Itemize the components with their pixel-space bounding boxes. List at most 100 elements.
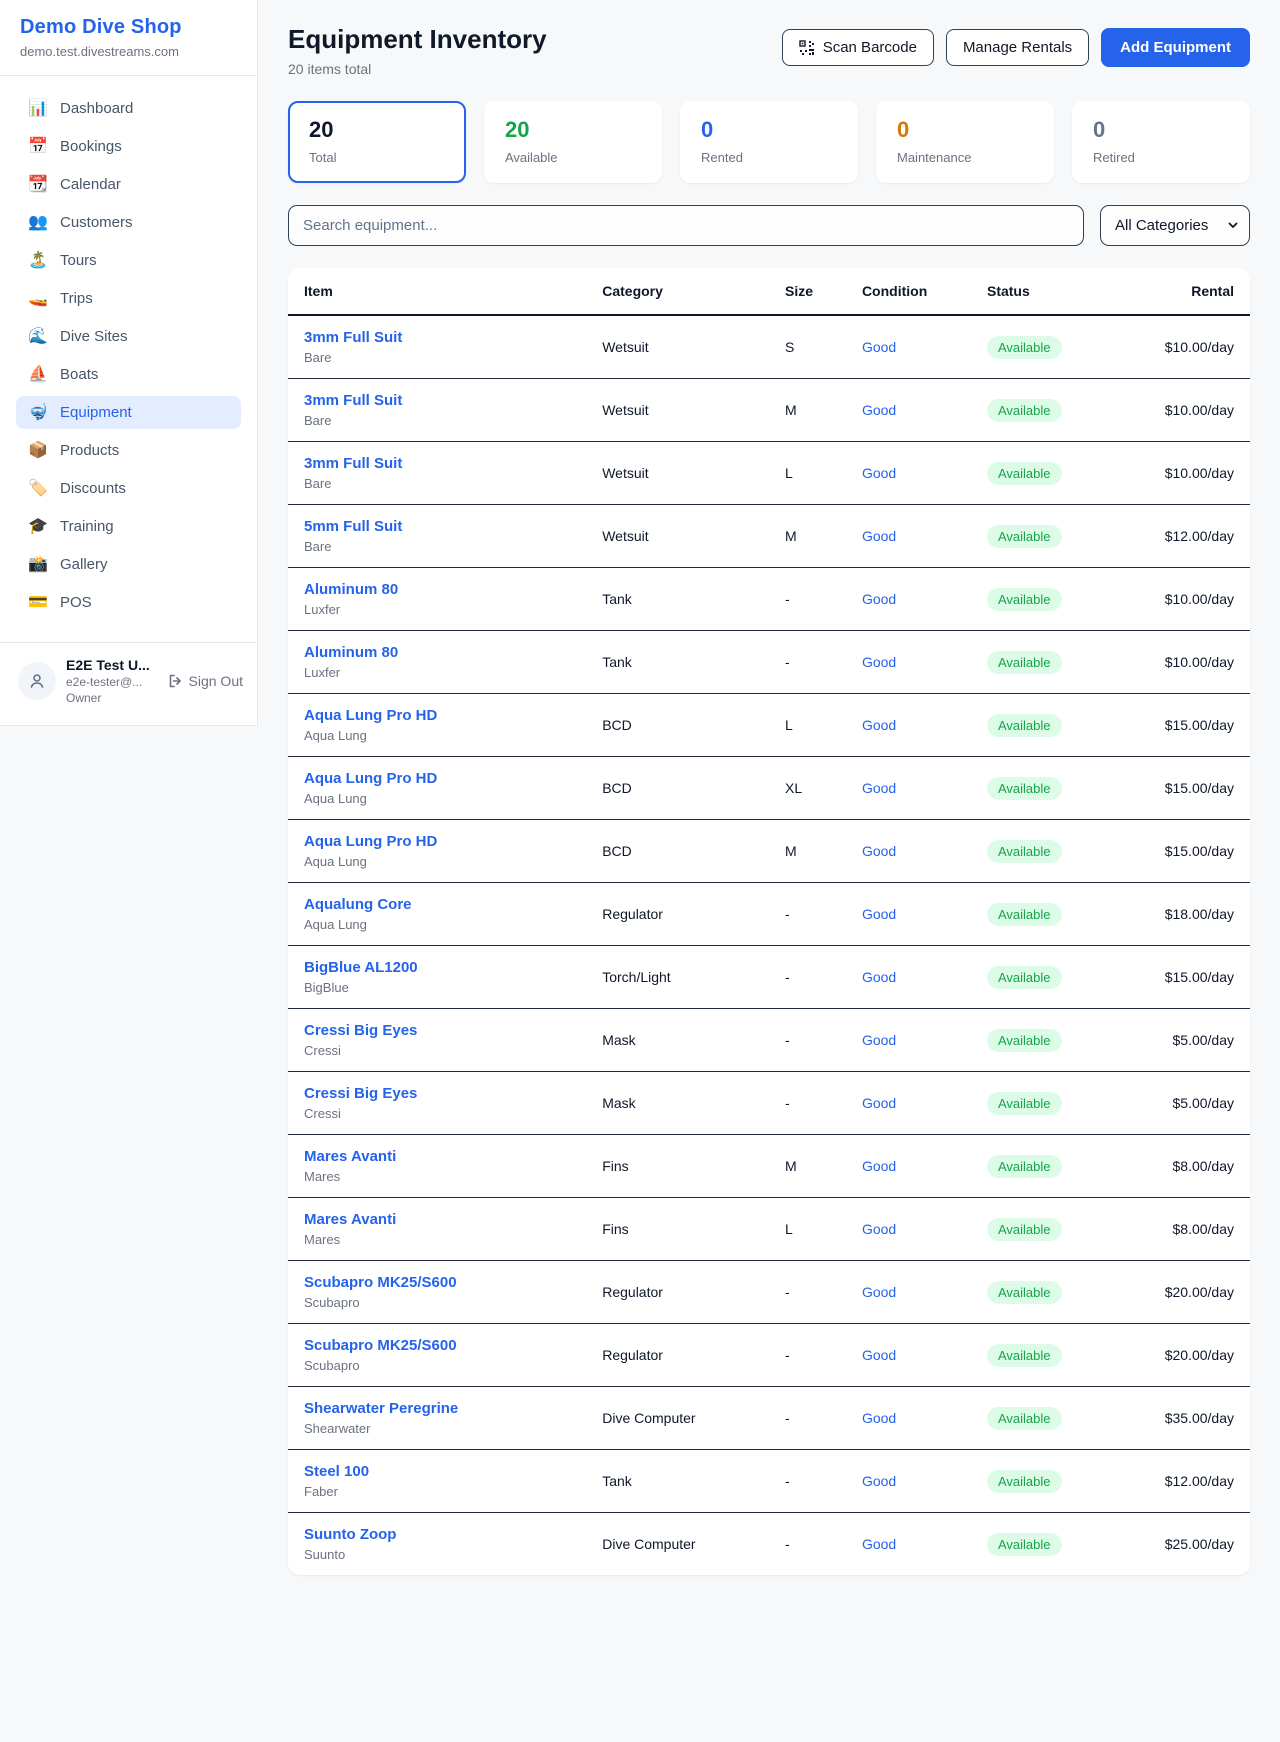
item-name-link[interactable]: Scubapro MK25/S600 (304, 1274, 457, 1291)
condition-link[interactable]: Good (862, 1158, 896, 1174)
condition-cell: Good (846, 379, 971, 442)
sidebar-nav-item[interactable]: 💳 POS (16, 586, 241, 619)
condition-link[interactable]: Good (862, 528, 896, 544)
sidebar-nav-item[interactable]: 🏷️ Discounts (16, 472, 241, 505)
condition-link[interactable]: Good (862, 717, 896, 733)
item-brand: Luxfer (304, 665, 570, 680)
category-cell: Wetsuit (586, 379, 769, 442)
sidebar-nav-item[interactable]: 🚤 Trips (16, 282, 241, 315)
table-row: Scubapro MK25/S600 Scubapro Regulator - … (288, 1261, 1250, 1324)
condition-link[interactable]: Good (862, 1347, 896, 1363)
condition-link[interactable]: Good (862, 780, 896, 796)
status-cell: Available (971, 1072, 1115, 1135)
condition-link[interactable]: Good (862, 402, 896, 418)
item-name-link[interactable]: Aqua Lung Pro HD (304, 833, 437, 850)
nav-item-icon: 📅 (28, 139, 48, 155)
sign-out-button[interactable]: Sign Out (167, 673, 243, 689)
sidebar-nav-item[interactable]: ⛵ Boats (16, 358, 241, 391)
category-cell: Wetsuit (586, 442, 769, 505)
sidebar-nav-item[interactable]: 📊 Dashboard (16, 92, 241, 125)
table-row: Suunto Zoop Suunto Dive Computer - Good … (288, 1513, 1250, 1576)
item-name-link[interactable]: Aqua Lung Pro HD (304, 770, 437, 787)
category-cell: Tank (586, 568, 769, 631)
item-name-link[interactable]: Cressi Big Eyes (304, 1022, 417, 1039)
condition-link[interactable]: Good (862, 1473, 896, 1489)
condition-link[interactable]: Good (862, 1284, 896, 1300)
sidebar-nav-item[interactable]: 📦 Products (16, 434, 241, 467)
item-cell: 5mm Full Suit Bare (288, 505, 586, 568)
category-cell: Wetsuit (586, 505, 769, 568)
condition-link[interactable]: Good (862, 1095, 896, 1111)
item-name-link[interactable]: Aqua Lung Pro HD (304, 707, 437, 724)
condition-link[interactable]: Good (862, 654, 896, 670)
item-name-link[interactable]: 3mm Full Suit (304, 455, 402, 472)
condition-link[interactable]: Good (862, 843, 896, 859)
sidebar-nav-item[interactable]: 📆 Calendar (16, 168, 241, 201)
add-equipment-button[interactable]: Add Equipment (1101, 28, 1250, 67)
condition-link[interactable]: Good (862, 1536, 896, 1552)
condition-link[interactable]: Good (862, 339, 896, 355)
manage-rentals-button[interactable]: Manage Rentals (946, 29, 1089, 66)
item-name-link[interactable]: Steel 100 (304, 1463, 369, 1480)
condition-link[interactable]: Good (862, 1410, 896, 1426)
item-name-link[interactable]: 3mm Full Suit (304, 329, 402, 346)
nav-item-label: Products (60, 442, 119, 459)
sidebar-nav-item[interactable]: 🌊 Dive Sites (16, 320, 241, 353)
stat-card[interactable]: 20 Total (288, 101, 466, 183)
table-row: Steel 100 Faber Tank - Good Available $1… (288, 1450, 1250, 1513)
item-brand: Scubapro (304, 1358, 570, 1373)
sidebar-nav-item[interactable]: 🤿 Equipment (16, 396, 241, 429)
condition-cell: Good (846, 946, 971, 1009)
category-cell: Fins (586, 1135, 769, 1198)
nav-item-icon: 🏝️ (28, 253, 48, 269)
status-cell: Available (971, 631, 1115, 694)
rental-cell: $20.00/day (1115, 1324, 1250, 1387)
sidebar-nav-item[interactable]: 📸 Gallery (16, 548, 241, 581)
main-content: Equipment Inventory 20 items total (258, 0, 1280, 1615)
item-name-link[interactable]: Aqualung Core (304, 896, 412, 913)
condition-cell: Good (846, 315, 971, 379)
search-input[interactable] (288, 205, 1084, 246)
add-equipment-label: Add Equipment (1120, 39, 1231, 56)
scan-barcode-button[interactable]: Scan Barcode (782, 29, 934, 66)
condition-link[interactable]: Good (862, 591, 896, 607)
item-name-link[interactable]: Cressi Big Eyes (304, 1085, 417, 1102)
stat-card[interactable]: 20 Available (484, 101, 662, 183)
category-filter-select[interactable]: All Categories (1100, 205, 1250, 246)
table-row: Aqua Lung Pro HD Aqua Lung BCD L Good Av… (288, 694, 1250, 757)
stat-card[interactable]: 0 Maintenance (876, 101, 1054, 183)
item-name-link[interactable]: Mares Avanti (304, 1211, 396, 1228)
condition-link[interactable]: Good (862, 1032, 896, 1048)
condition-link[interactable]: Good (862, 969, 896, 985)
item-name-link[interactable]: Suunto Zoop (304, 1526, 396, 1543)
item-name-link[interactable]: 5mm Full Suit (304, 518, 402, 535)
status-cell: Available (971, 1324, 1115, 1387)
sidebar-nav-item[interactable]: 🎓 Training (16, 510, 241, 543)
sidebar-nav-item[interactable]: 👥 Customers (16, 206, 241, 239)
item-name-link[interactable]: Aluminum 80 (304, 581, 398, 598)
item-name-link[interactable]: BigBlue AL1200 (304, 959, 418, 976)
category-cell: Wetsuit (586, 315, 769, 379)
item-name-link[interactable]: Mares Avanti (304, 1148, 396, 1165)
sidebar-nav-item[interactable]: 🏝️ Tours (16, 244, 241, 277)
stat-card[interactable]: 0 Retired (1072, 101, 1250, 183)
sidebar-nav-item[interactable]: 📅 Bookings (16, 130, 241, 163)
condition-link[interactable]: Good (862, 1221, 896, 1237)
item-name-link[interactable]: Shearwater Peregrine (304, 1400, 458, 1417)
stat-card[interactable]: 0 Rented (680, 101, 858, 183)
table-row: Mares Avanti Mares Fins L Good Available… (288, 1198, 1250, 1261)
condition-link[interactable]: Good (862, 465, 896, 481)
size-cell: XL (769, 757, 846, 820)
rental-cell: $20.00/day (1115, 1261, 1250, 1324)
item-name-link[interactable]: 3mm Full Suit (304, 392, 402, 409)
status-badge: Available (987, 903, 1062, 926)
condition-link[interactable]: Good (862, 906, 896, 922)
item-name-link[interactable]: Scubapro MK25/S600 (304, 1337, 457, 1354)
size-cell: - (769, 946, 846, 1009)
table-row: 3mm Full Suit Bare Wetsuit M Good Availa… (288, 379, 1250, 442)
item-brand: Mares (304, 1232, 570, 1247)
item-name-link[interactable]: Aluminum 80 (304, 644, 398, 661)
table-row: Cressi Big Eyes Cressi Mask - Good Avail… (288, 1009, 1250, 1072)
condition-cell: Good (846, 1009, 971, 1072)
size-cell: S (769, 315, 846, 379)
